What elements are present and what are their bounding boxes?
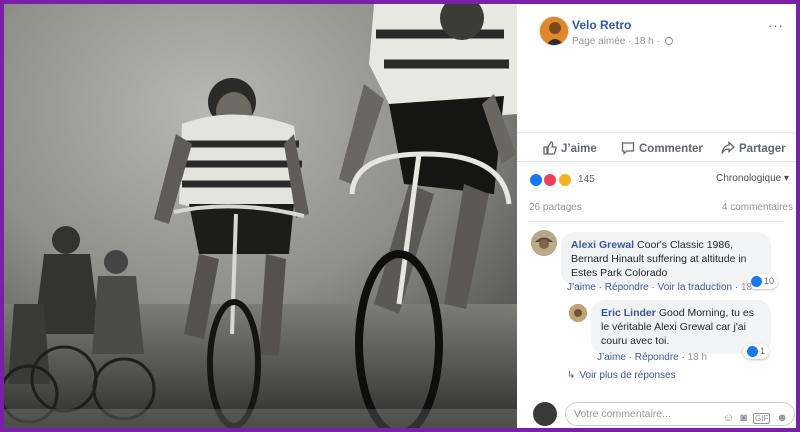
comment-like-link[interactable]: J’aime	[567, 282, 596, 293]
share-label: Partager	[739, 143, 786, 155]
show-more-replies-link[interactable]: ↳ Voir plus de réponses	[567, 370, 676, 381]
post-viewer: Velo Retro Page aimée · 18 h · ··· J’aim…	[4, 4, 796, 428]
comment-sort-dropdown[interactable]: Chronologique ▾	[716, 173, 789, 184]
post-photo[interactable]	[4, 4, 517, 428]
photo-illustration	[4, 4, 517, 428]
avatar-image	[531, 230, 557, 256]
avatar-image	[569, 304, 587, 322]
comment-input[interactable]: Votre commentaire... ☺ ◙ GIF ☻	[565, 402, 795, 426]
thumbs-up-icon	[543, 141, 557, 155]
divider	[529, 221, 784, 222]
reply-author[interactable]: Eric Linder	[601, 307, 656, 319]
reply-time: 18 h	[687, 352, 708, 363]
reply-arrow-icon: ↳	[567, 370, 576, 381]
reply-likes-badge[interactable]: 1	[743, 344, 770, 360]
share-icon	[721, 141, 735, 154]
comment-reply-link[interactable]: Répondre	[605, 282, 649, 293]
reactions-row: 145 Chronologique ▾	[529, 172, 789, 188]
post-meta-text: Page aimée · 18 h ·	[572, 36, 660, 47]
comment-icon	[621, 142, 635, 155]
composer-icons: ☺ ◙ GIF ☻	[720, 407, 788, 428]
globe-icon	[664, 37, 673, 45]
page-avatar-image	[540, 17, 568, 45]
see-translation-link[interactable]: Voir la traduction	[658, 282, 733, 293]
reply-actions: J’aime · Répondre · 18 h	[597, 352, 708, 363]
comment-likes-count: 10	[764, 276, 775, 286]
post-header: Velo Retro Page aimée · 18 h · ···	[517, 4, 796, 52]
post-meta: Page aimée · 18 h ·	[572, 36, 673, 47]
comment-item: Alexi Grewal Coor's Classic 1986, Bernard…	[517, 226, 796, 296]
emoji-icon[interactable]: ☺	[723, 412, 734, 424]
post-actions-bar: J’aime Commenter Partager	[517, 132, 796, 162]
comment-actions: J’aime · Répondre · Voir la traduction ·…	[567, 282, 753, 293]
comment-bubble: Alexi Grewal Coor's Classic 1986, Bernard…	[561, 232, 771, 286]
reply-author-avatar[interactable]	[569, 304, 587, 322]
love-reaction-icon	[543, 172, 558, 187]
comment-composer: Votre commentaire... ☺ ◙ GIF ☻	[533, 402, 795, 428]
show-more-label: Voir plus de réponses	[579, 370, 676, 381]
current-user-avatar	[533, 402, 557, 426]
comment-time: 18	[741, 282, 753, 293]
like-reaction-icon	[751, 276, 762, 288]
like-label: J’aime	[561, 143, 597, 155]
post-side-panel: Velo Retro Page aimée · 18 h · ··· J’aim…	[517, 4, 796, 428]
post-stats: 26 partages 4 commentaires	[529, 202, 793, 216]
gif-icon[interactable]: GIF	[753, 413, 771, 424]
reaction-icons[interactable]	[529, 172, 572, 187]
more-options-button[interactable]: ···	[768, 18, 784, 33]
reply-reply-link[interactable]: Répondre	[635, 352, 679, 363]
comment-input-placeholder: Votre commentaire...	[574, 408, 671, 420]
reaction-count[interactable]: 145	[578, 174, 595, 185]
comment-author-avatar[interactable]	[531, 230, 557, 256]
sticker-icon[interactable]: ☻	[776, 412, 788, 424]
comment-label: Commenter	[639, 143, 703, 155]
reply-item: Eric Linder Good Morning, tu es le vérita…	[517, 296, 796, 366]
reply-likes-count: 1	[760, 346, 766, 356]
like-reaction-icon	[747, 346, 758, 358]
share-button[interactable]: Partager	[721, 141, 786, 155]
comments-count[interactable]: 4 commentaires	[722, 202, 793, 213]
page-avatar[interactable]	[539, 16, 569, 46]
comment-author[interactable]: Alexi Grewal	[571, 239, 634, 251]
like-button[interactable]: J’aime	[543, 141, 597, 155]
page-name-link[interactable]: Velo Retro	[572, 18, 631, 32]
camera-icon[interactable]: ◙	[740, 412, 747, 424]
comment-button[interactable]: Commenter	[621, 141, 703, 155]
haha-reaction-icon	[557, 172, 572, 187]
shares-count[interactable]: 26 partages	[529, 202, 582, 213]
reply-like-link[interactable]: J’aime	[597, 352, 626, 363]
like-reaction-icon	[529, 172, 543, 187]
